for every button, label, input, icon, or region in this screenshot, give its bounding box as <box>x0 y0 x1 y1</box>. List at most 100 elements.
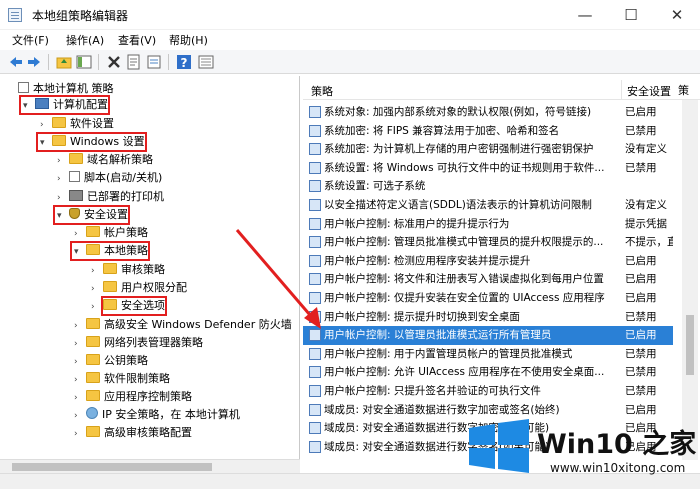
column-divider[interactable] <box>621 80 622 100</box>
minimize-button[interactable]: — <box>562 0 608 30</box>
policy-row[interactable]: 以安全描述符定义语言(SDDL)语法表示的计算机访问限制 没有定义 <box>303 196 673 215</box>
policy-value: 已启用 <box>625 329 657 342</box>
policy-row[interactable]: 用户帐户控制: 仅提升安装在安全位置的 UIAccess 应用程序 已启用 <box>303 289 673 308</box>
view-icon[interactable] <box>198 54 214 70</box>
tree-item[interactable]: › 域名解析策略 <box>57 151 153 169</box>
policy-row[interactable]: 用户帐户控制: 标准用户的提升提示行为 提示凭据 <box>303 215 673 234</box>
forward-icon[interactable] <box>26 54 42 70</box>
chevron-right-icon[interactable]: › <box>74 425 86 443</box>
policy-setting-icon <box>309 161 321 174</box>
chevron-right-icon[interactable]: › <box>74 353 86 371</box>
show-hide-tree-icon[interactable] <box>76 54 92 70</box>
policy-row[interactable]: 用户帐户控制: 提示提升时切换到安全桌面 已禁用 <box>303 308 673 327</box>
toolbar: ? <box>0 50 700 74</box>
chevron-right-icon[interactable]: › <box>57 170 69 188</box>
policy-row[interactable]: 系统对象: 加强内部系统对象的默认权限(例如，符号链接) 已启用 <box>303 103 673 122</box>
highlight-box <box>70 241 150 261</box>
policy-row[interactable]: 用户帐户控制: 只提升签名并验证的可执行文件 已禁用 <box>303 382 673 401</box>
console-tree[interactable]: 本地计算机 策略 ▾ 计算机配置 › 软件设置 ▾ Windows 设置 › 域名解析策略 › 脚本… <box>0 76 300 459</box>
policy-row[interactable]: 用户帐户控制: 用于内置管理员帐户的管理员批准模式 已禁用 <box>303 345 673 364</box>
policy-row[interactable]: 系统加密: 为计算机上存储的用户密钥强制进行强密钥保护 没有定义 <box>303 140 673 159</box>
tree-item[interactable]: › 高级审核策略配置 <box>74 424 192 442</box>
policy-value: 已禁用 <box>625 161 657 174</box>
scrollbar-thumb[interactable] <box>12 463 212 471</box>
policy-setting-icon <box>309 254 321 267</box>
policy-value: 已禁用 <box>625 347 657 360</box>
tree-item[interactable]: ▾ 安全设置 <box>53 205 130 225</box>
help-icon[interactable]: ? <box>176 54 192 70</box>
column-header-policy[interactable]: 策略 <box>311 83 333 99</box>
folder-icon <box>103 281 117 292</box>
maximize-button[interactable]: ☐ <box>608 0 654 30</box>
tree-item[interactable]: ▾ 本地策略 <box>70 241 150 261</box>
printer-icon <box>69 190 83 201</box>
policy-name: 用户帐户控制: 以管理员批准模式运行所有管理员 <box>324 329 552 342</box>
tree-item-label: 网络列表管理器策略 <box>104 336 203 349</box>
tree-item[interactable]: › 软件限制策略 <box>74 370 170 388</box>
tree-item[interactable]: › 帐户策略 <box>74 224 148 242</box>
menu-help[interactable]: 帮助(H) <box>169 32 208 48</box>
list-vertical-scrollbar[interactable] <box>682 100 698 460</box>
tree-item[interactable]: › 安全选项 <box>91 296 167 316</box>
chevron-right-icon[interactable]: › <box>57 152 69 170</box>
tree-item-label: 已部署的打印机 <box>87 190 164 203</box>
menu-view[interactable]: 查看(V) <box>118 32 156 48</box>
menu-file[interactable]: 文件(F) <box>12 32 49 48</box>
tree-item[interactable]: › 脚本(启动/关机) <box>57 169 162 187</box>
chevron-right-icon[interactable]: › <box>74 335 86 353</box>
policy-row[interactable]: 用户帐户控制: 将文件和注册表写入错误虚拟化到每用户位置 已启用 <box>303 270 673 289</box>
highlight-box <box>36 132 147 152</box>
column-header-setting[interactable]: 安全设置 <box>627 83 671 99</box>
chevron-right-icon[interactable]: › <box>74 317 86 335</box>
tree-item[interactable]: › IP 安全策略，在 本地计算机 <box>74 406 240 424</box>
policy-value: 已禁用 <box>625 366 657 379</box>
tree-horizontal-scrollbar[interactable] <box>0 459 300 473</box>
folder-up-icon[interactable] <box>56 54 72 70</box>
folder-icon <box>52 117 66 128</box>
tree-item[interactable]: › 公钥策略 <box>74 352 148 370</box>
policy-value: 已启用 <box>625 273 657 286</box>
chevron-right-icon[interactable]: › <box>91 262 103 280</box>
chevron-right-icon[interactable]: › <box>74 389 86 407</box>
scrollbar-thumb[interactable] <box>686 315 694 375</box>
toolbar-separator <box>98 54 99 70</box>
delete-icon[interactable] <box>106 54 122 70</box>
policy-setting-icon <box>309 347 321 360</box>
properties-icon[interactable] <box>126 54 142 70</box>
policy-row[interactable]: 用户帐户控制: 允许 UIAccess 应用程序在不使用安全桌面... 已禁用 <box>303 363 673 382</box>
tree-item[interactable]: › 软件设置 <box>40 115 114 133</box>
tree-item-label: 高级安全 Windows Defender 防火墙 <box>104 318 292 331</box>
back-icon[interactable] <box>8 54 24 70</box>
tree-item[interactable]: › 用户权限分配 <box>91 279 187 297</box>
tree-item[interactable]: › 高级安全 Windows Defender 防火墙 <box>74 316 292 334</box>
chevron-right-icon[interactable]: › <box>74 407 86 425</box>
tree-item[interactable]: › 审核策略 <box>91 261 165 279</box>
policy-editor-icon <box>8 8 22 22</box>
policy-row[interactable]: 用户帐户控制: 检测应用程序安装并提示提升 已启用 <box>303 252 673 271</box>
policy-row[interactable]: 系统加密: 将 FIPS 兼容算法用于加密、哈希和签名 已禁用 <box>303 122 673 141</box>
policy-row[interactable]: 系统设置: 将 Windows 可执行文件中的证书规则用于软件... 已禁用 <box>303 159 673 178</box>
policy-row[interactable]: 用户帐户控制: 管理员批准模式中管理员的提升权限提示的... 不提示，直 <box>303 233 673 252</box>
folder-icon <box>86 372 100 383</box>
tree-item[interactable]: ▾ Windows 设置 <box>36 132 147 152</box>
policy-row[interactable]: 系统设置: 可选子系统 <box>303 177 673 196</box>
tree-item[interactable]: › 网络列表管理器策略 <box>74 334 203 352</box>
chevron-right-icon[interactable]: › <box>74 371 86 389</box>
policy-value: 没有定义 <box>625 143 667 156</box>
export-icon[interactable] <box>146 54 162 70</box>
policy-row[interactable]: 用户帐户控制: 以管理员批准模式运行所有管理员 已启用 <box>303 326 673 345</box>
folder-icon <box>86 354 100 365</box>
folder-icon <box>103 263 117 274</box>
policy-name: 用户帐户控制: 标准用户的提升提示行为 <box>324 217 510 230</box>
tree-item-label: IP 安全策略，在 本地计算机 <box>102 408 240 421</box>
tree-item[interactable]: ▾ 计算机配置 <box>19 95 110 115</box>
tree-item[interactable]: › 应用程序控制策略 <box>74 388 192 406</box>
tree-item-label: 用户权限分配 <box>121 281 187 294</box>
policy-name: 用户帐户控制: 仅提升安装在安全位置的 UIAccess 应用程序 <box>324 292 605 304</box>
toolbar-separator <box>48 54 49 70</box>
policy-name: 用户帐户控制: 允许 UIAccess 应用程序在不使用安全桌面... <box>324 366 605 379</box>
policy-name: 系统设置: 将 Windows 可执行文件中的证书规则用于软件... <box>324 161 605 174</box>
close-button[interactable]: ✕ <box>654 0 700 30</box>
tree-item[interactable]: › 已部署的打印机 <box>57 188 164 206</box>
menu-action[interactable]: 操作(A) <box>66 32 104 48</box>
